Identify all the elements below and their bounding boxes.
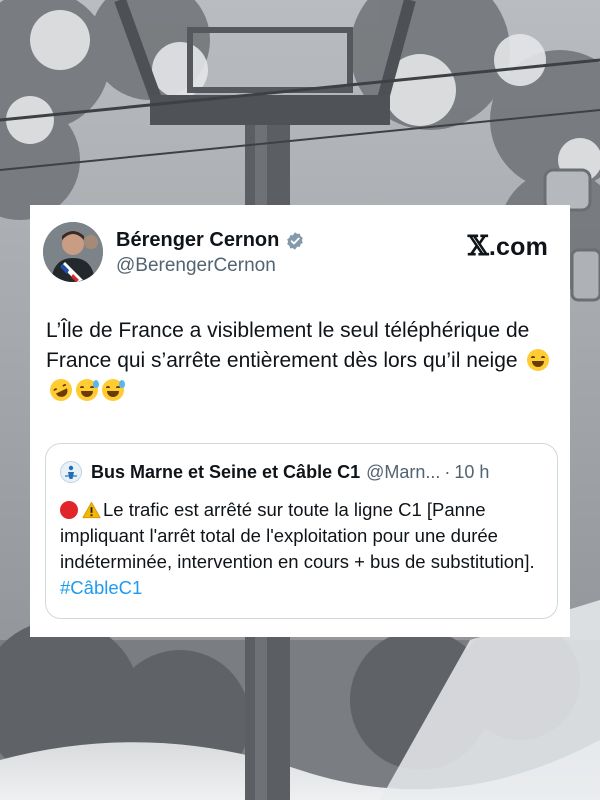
warning-icon [82, 500, 101, 519]
tweet-body: L’Île de France a visiblement le seul té… [46, 319, 530, 372]
quoted-tweet-text: Le trafic est arrêté sur toute la ligne … [60, 497, 548, 601]
rolling-on-floor-laughing-emoji [46, 375, 76, 405]
brand-suffix: .com [488, 233, 548, 261]
laughing-face-emoji [527, 349, 550, 371]
tweet-card[interactable]: Bérenger Cernon @BerengerCernon 𝕏.com L’… [30, 205, 570, 637]
x-com-logo: 𝕏.com [468, 231, 548, 262]
quoted-author-name[interactable]: Bus Marne et Seine et Câble C1 [91, 462, 360, 483]
x-logo-icon: 𝕏 [467, 231, 489, 262]
author-handle[interactable]: @BerengerCernon [116, 255, 305, 277]
tweet-text: L’Île de France a visiblement le seul té… [46, 316, 561, 406]
red-circle-icon [60, 501, 78, 519]
quoted-separator: · [444, 461, 451, 482]
hashtag-link[interactable]: #CâbleC1 [60, 577, 142, 598]
grinning-sweat-emoji [76, 379, 99, 401]
author-name[interactable]: Bérenger Cernon [116, 229, 279, 252]
verified-badge-icon [285, 231, 305, 251]
tweet-author: Bérenger Cernon @BerengerCernon [116, 229, 305, 277]
quoted-tweet-header: Bus Marne et Seine et Câble C1 @Marn... … [60, 461, 489, 483]
quoted-time[interactable]: 10 h [454, 462, 489, 483]
author-avatar[interactable] [43, 222, 103, 282]
grinning-sweat-emoji [102, 379, 125, 401]
quoted-author-avatar[interactable] [60, 461, 82, 483]
quoted-tweet[interactable]: Bus Marne et Seine et Câble C1 @Marn... … [45, 443, 558, 619]
quoted-author-handle[interactable]: @Marn... [366, 462, 440, 483]
quoted-body: Le trafic est arrêté sur toute la ligne … [60, 499, 535, 572]
